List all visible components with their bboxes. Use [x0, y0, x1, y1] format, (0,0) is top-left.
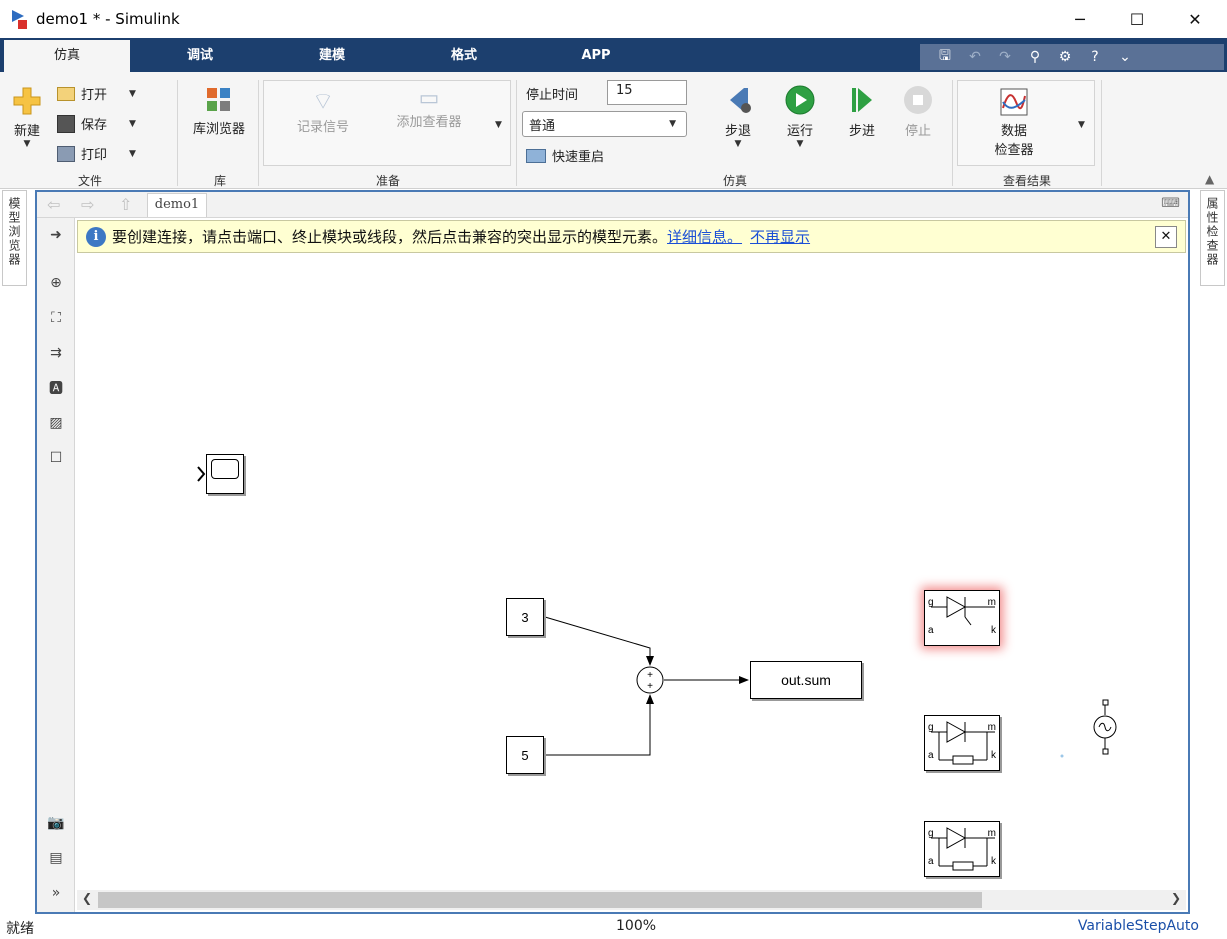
diagram-connections: + +: [197, 466, 1117, 758]
scroll-right-icon[interactable]: ❯: [1171, 891, 1181, 905]
status-text: 就绪: [6, 921, 34, 937]
stray-point: [1060, 754, 1064, 758]
sum-sign-2: +: [647, 681, 653, 692]
port-m-label: m: [987, 722, 996, 733]
signal-line-const5[interactable]: [545, 694, 654, 756]
thyristor-block-3[interactable]: g a m k: [924, 821, 1000, 877]
horizontal-scrollbar[interactable]: ❮ ❯: [77, 890, 1186, 910]
sum-sign-1: +: [647, 670, 653, 681]
thyristor-block-1[interactable]: g a m k: [924, 590, 1000, 646]
thyristor-block-2[interactable]: g a m k: [924, 715, 1000, 771]
scope-block[interactable]: [206, 454, 244, 494]
scroll-left-icon[interactable]: ❮: [82, 891, 92, 905]
port-a-label: a: [928, 625, 934, 636]
constant-block-3[interactable]: 3: [506, 598, 544, 636]
signal-line-const3[interactable]: [544, 616, 654, 666]
port-a-label: a: [928, 750, 934, 761]
port-k-label: k: [991, 625, 996, 636]
to-workspace-block[interactable]: out.sum: [750, 661, 862, 699]
port-m-label: m: [987, 597, 996, 608]
port-m-label: m: [987, 828, 996, 839]
port-k-label: k: [991, 750, 996, 761]
constant-block-5[interactable]: 5: [506, 736, 544, 774]
scrollbar-thumb[interactable]: [98, 892, 982, 908]
port-k-label: k: [991, 856, 996, 867]
ac-source-port-top[interactable]: [1102, 699, 1109, 706]
ac-source-port-bottom[interactable]: [1102, 748, 1109, 755]
scope-input-port[interactable]: [197, 466, 206, 482]
port-g-label: g: [928, 722, 934, 733]
port-g-label: g: [928, 597, 934, 608]
scope-screen-icon: [211, 459, 239, 479]
port-g-label: g: [928, 828, 934, 839]
port-a-label: a: [928, 856, 934, 867]
solver-link[interactable]: VariableStepAuto: [1078, 918, 1199, 934]
zoom-level[interactable]: 100%: [616, 918, 656, 934]
status-bar: 就绪 100% VariableStepAuto: [0, 914, 1227, 939]
